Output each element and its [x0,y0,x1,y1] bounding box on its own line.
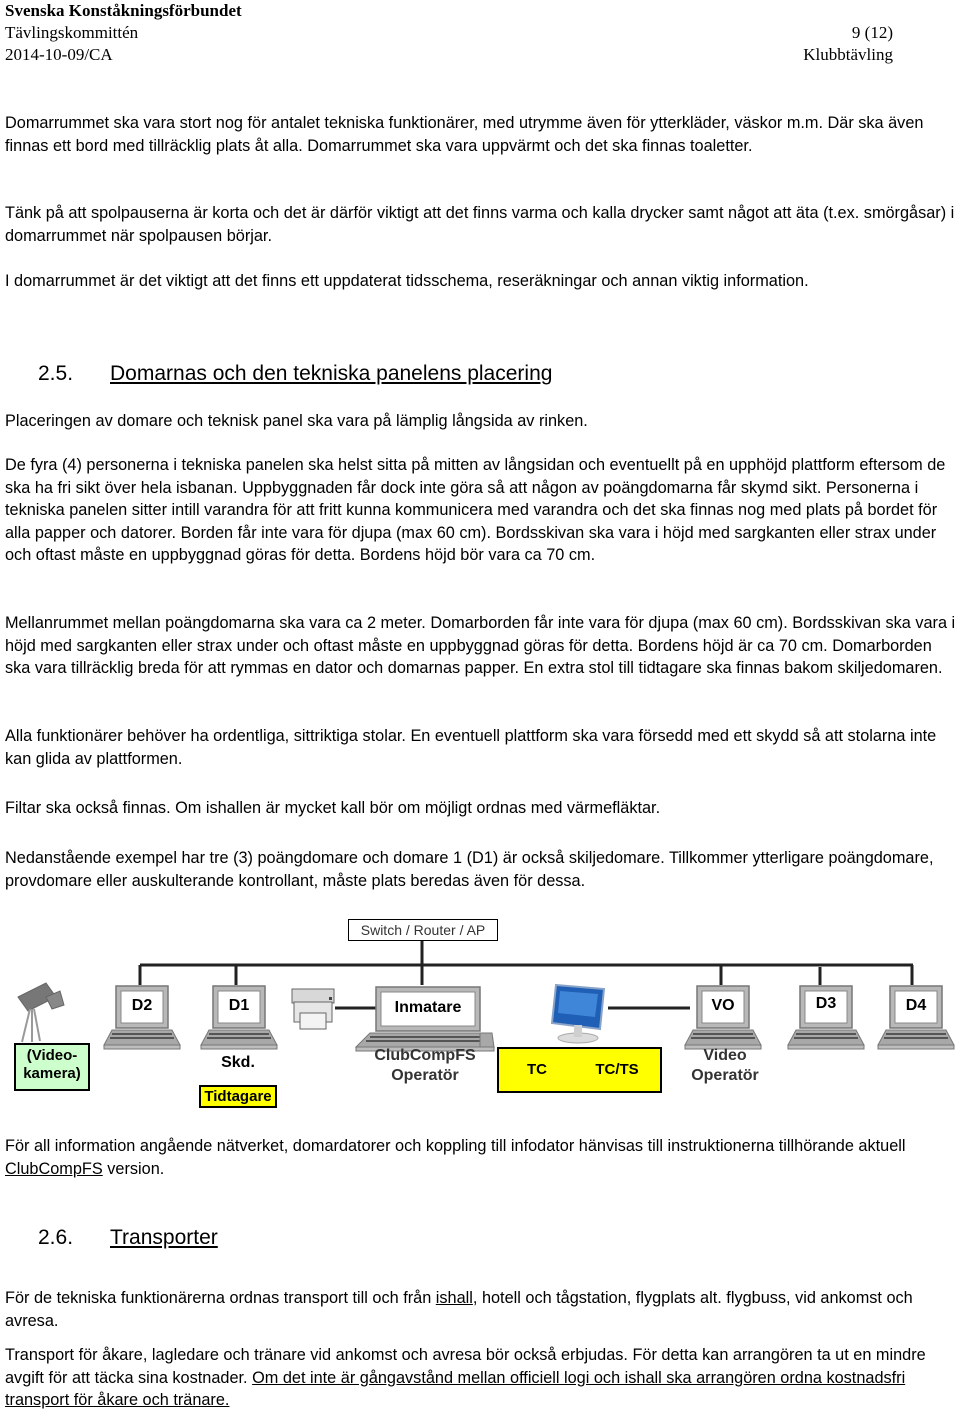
tc-ts-box: TC/TS [574,1047,662,1093]
printer-icon [291,988,335,1030]
laptop-label-d2: D2 [131,997,153,1014]
paragraph-schedule: I domarrummet är det viktigt att det fin… [5,272,809,290]
laptop-d4 [877,985,955,1050]
ishall-link[interactable]: ishall [436,1289,473,1307]
tidtagare-box: Tidtagare [199,1085,277,1108]
page-header: Svenska Konståkningsförbundet Tävlingsko… [5,0,893,66]
paragraph-placement: Placeringen av domare och teknisk panel … [5,412,588,430]
paragraph-transport-officials: För de tekniska funktionärerna ordnas tr… [5,1287,960,1332]
monitor-icon [550,983,606,1044]
section-number: 2.5. [38,362,74,385]
laptop-label-d4: D4 [905,997,927,1014]
video-camera-icon [17,982,65,1043]
page-number: 9 (12) [851,23,893,42]
section-title: Domarnas och den tekniska panelens place… [110,362,553,385]
section-number: 2.6. [38,1226,74,1249]
clubcompfs-link[interactable]: ClubCompFS [5,1160,103,1178]
organization-name: Svenska Konståkningsförbundet [5,1,242,20]
paragraph-transport-skaters: Transport för åkare, lagledare och träna… [5,1344,960,1412]
committee-name: Tävlingskommittén [5,23,139,42]
paragraph-judge-spacing: Mellanrummet mellan poängdomarna ska var… [5,614,956,678]
transport-officials-text: För de tekniska funktionärerna ordnas tr… [5,1289,436,1307]
section-heading-2-6: 2.6. Transporter [38,1225,218,1251]
network-info-text: För all information angående nätverket, … [5,1137,906,1155]
paragraph-referee-room: Domarrummet ska vara stort nog för antal… [5,114,924,155]
caption-skd: Skd. [221,1054,255,1071]
network-diagram: Switch / Router / AP D2 D1 Inmatare VO D… [0,905,960,1120]
laptop-label-d1: D1 [228,997,250,1014]
laptop-inmatare [354,986,495,1052]
date-reference: 2014-10-09/CA [5,45,113,64]
laptop-inmatare-right-edge [479,1032,495,1048]
switch-router-ap-box: Switch / Router / AP [348,919,498,941]
tc-box: TC [497,1047,577,1093]
paragraph-technical-panel: De fyra (4) personerna i tekniska panele… [5,456,946,565]
laptop-label-vo: VO [711,997,735,1014]
paragraph-chairs: Alla funktionärer behöver ha ordentliga,… [5,727,937,768]
laptop-label-d3: D3 [815,995,837,1012]
paragraph-network-info: För all information angående nätverket, … [5,1135,960,1180]
laptop-d1 [200,985,278,1050]
section-title: Transporter [110,1226,218,1249]
laptop-label-inmatare: Inmatare [394,999,462,1016]
network-info-text-end: version. [102,1159,165,1178]
paragraph-breaks: Tänk på att spolpauserna är korta och de… [5,204,955,245]
video-camera-label-box: (Video- kamera) [14,1043,90,1091]
section-heading-2-5: 2.5. Domarnas och den tekniska panelens … [38,361,552,387]
caption-clubcompfs-operator: ClubCompFS Operatör [374,1047,476,1084]
paragraph-example: Nedanstående exempel har tre (3) poängdo… [5,849,934,890]
laptop-d2 [103,985,181,1050]
laptop-vo [684,985,762,1050]
caption-video-operator: Video Operatör [691,1047,759,1084]
paragraph-blankets: Filtar ska också finnas. Om ishallen är … [5,799,661,817]
document-type: Klubbtävling [803,45,893,64]
